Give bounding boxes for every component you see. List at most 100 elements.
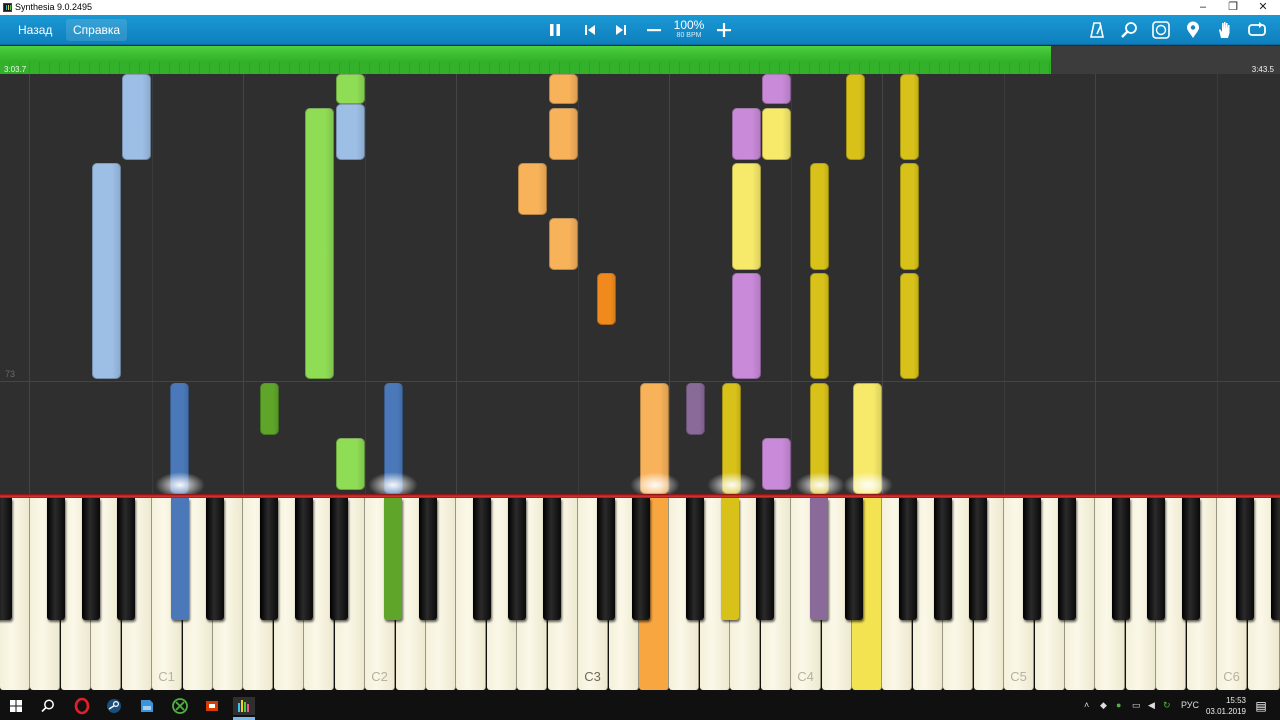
note-bar <box>122 74 151 160</box>
window-title: Synthesia 9.0.2495 <box>15 2 93 12</box>
marker-icon[interactable] <box>1183 20 1203 40</box>
black-key[interactable] <box>1112 498 1130 620</box>
note-bar <box>732 163 761 270</box>
black-key[interactable] <box>330 498 348 620</box>
black-key[interactable] <box>899 498 917 620</box>
clock-time: 15:53 <box>1225 696 1246 705</box>
windows-start-icon[interactable] <box>7 697 25 715</box>
black-key[interactable] <box>969 498 987 620</box>
note-bar <box>336 438 365 490</box>
octave-label: C1 <box>158 669 175 684</box>
grid-line <box>791 74 792 494</box>
black-key[interactable] <box>934 498 952 620</box>
song-progress-bar[interactable]: 3:03.7 3:43.5 <box>0 46 1280 74</box>
help-button[interactable]: Справка <box>66 19 128 41</box>
black-key[interactable] <box>47 498 65 620</box>
speed-percent: 100% <box>673 18 705 32</box>
next-icon[interactable] <box>611 20 631 40</box>
black-key[interactable] <box>473 498 491 620</box>
black-key[interactable] <box>419 498 437 620</box>
measure-line <box>0 381 1280 382</box>
black-key[interactable] <box>1058 498 1076 620</box>
progress-fill <box>0 46 1051 74</box>
grid-line <box>29 74 30 494</box>
sync-icon[interactable]: ↻ <box>1163 700 1171 711</box>
speed-increase-icon[interactable] <box>714 20 734 40</box>
search-icon[interactable] <box>39 697 57 715</box>
metronome-icon[interactable] <box>1087 20 1107 40</box>
xbox-icon[interactable] <box>171 697 189 715</box>
pause-icon[interactable] <box>545 20 565 40</box>
black-key[interactable] <box>82 498 100 620</box>
previous-icon[interactable] <box>580 20 600 40</box>
note-bar <box>336 74 365 104</box>
grid-line <box>1217 74 1218 494</box>
black-key-pressed[interactable] <box>171 498 189 620</box>
speed-decrease-icon[interactable] <box>644 20 664 40</box>
key-strike-glow <box>843 472 893 494</box>
black-key[interactable] <box>1147 498 1165 620</box>
black-key[interactable] <box>597 498 615 620</box>
grid-line <box>578 74 579 494</box>
total-time: 3:43.5 <box>1251 65 1274 74</box>
tempo-bpm: 80 BPM <box>676 32 702 39</box>
black-key[interactable] <box>260 498 278 620</box>
office-icon[interactable] <box>203 697 221 715</box>
file-manager-icon[interactable] <box>138 697 156 715</box>
notation-icon[interactable] <box>1151 20 1171 40</box>
synthesia-icon[interactable] <box>233 697 255 715</box>
volume-icon[interactable]: ◀ <box>1148 700 1155 711</box>
note-bar <box>92 163 121 379</box>
black-key-pressed[interactable] <box>384 498 402 620</box>
black-key[interactable] <box>295 498 313 620</box>
loop-icon[interactable] <box>1247 20 1267 40</box>
close-icon[interactable]: ✕ <box>1248 0 1278 15</box>
xbox-tray-icon[interactable]: ● <box>1116 700 1121 710</box>
note-bar <box>732 108 761 160</box>
system-clock[interactable]: 15:53 03.01.2019 <box>1206 695 1246 717</box>
black-key[interactable] <box>543 498 561 620</box>
black-key[interactable] <box>1236 498 1254 620</box>
black-key-pressed[interactable] <box>810 498 828 620</box>
notifications-icon[interactable]: ▤ <box>1252 697 1270 715</box>
synthesia-app-icon <box>3 3 12 12</box>
note-bar <box>762 438 791 490</box>
note-bar <box>260 383 279 435</box>
note-bar <box>305 108 334 379</box>
black-key[interactable] <box>508 498 526 620</box>
language-indicator[interactable]: РУС <box>1181 700 1199 710</box>
black-key[interactable] <box>1182 498 1200 620</box>
black-key[interactable] <box>756 498 774 620</box>
network-icon[interactable]: ◆ <box>1100 700 1107 711</box>
back-button[interactable]: Назад <box>10 19 59 41</box>
grid-line <box>365 74 366 494</box>
black-key-pressed[interactable] <box>721 498 739 620</box>
black-key[interactable] <box>686 498 704 620</box>
octave-label: C3 <box>584 669 601 684</box>
black-key[interactable] <box>845 498 863 620</box>
minimize-icon[interactable]: – <box>1188 0 1218 15</box>
tray-chevron-icon[interactable]: ˄ <box>1084 700 1089 710</box>
grid-line <box>243 74 244 494</box>
octave-label: C2 <box>371 669 388 684</box>
opera-icon[interactable] <box>73 697 91 715</box>
black-key[interactable] <box>1023 498 1041 620</box>
key-strike-glow <box>630 472 680 494</box>
grid-line <box>882 74 883 494</box>
black-key[interactable] <box>206 498 224 620</box>
zoom-icon[interactable] <box>1119 20 1139 40</box>
steam-icon[interactable] <box>105 697 123 715</box>
synthesia-window: Synthesia 9.0.2495 – ❐ ✕ Назад Справка 1… <box>0 0 1280 720</box>
black-key[interactable] <box>0 498 12 620</box>
grid-line <box>1095 74 1096 494</box>
note-bar <box>732 273 761 379</box>
hand-icon[interactable] <box>1215 20 1235 40</box>
note-bar <box>549 108 578 160</box>
restore-icon[interactable]: ❐ <box>1218 0 1248 15</box>
note-bar <box>900 163 919 270</box>
octave-label: C5 <box>1010 669 1027 684</box>
black-key[interactable] <box>117 498 135 620</box>
black-key[interactable] <box>1271 498 1280 620</box>
display-icon[interactable]: ▭ <box>1132 700 1141 711</box>
black-key[interactable] <box>632 498 650 620</box>
